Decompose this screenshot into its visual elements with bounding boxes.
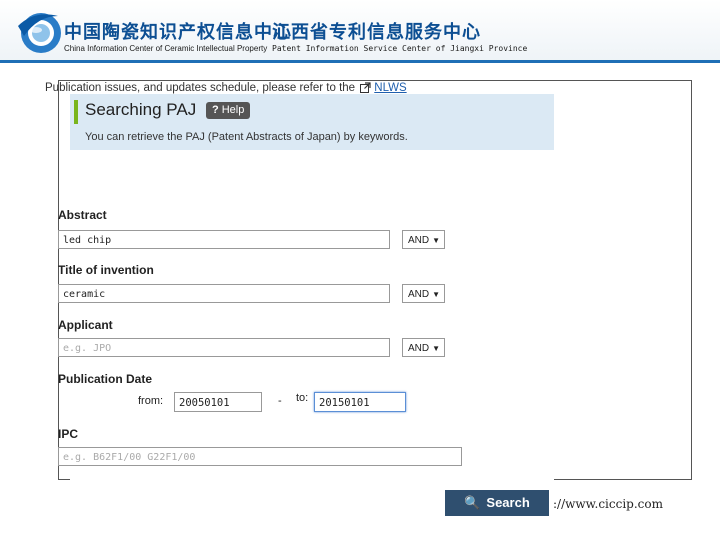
website-url: ://www.ciccip.com — [553, 497, 663, 511]
right-title-en: Patent Information Service Center of Jia… — [272, 44, 528, 53]
date-to-label: to: — [296, 392, 309, 404]
nlws-link[interactable]: NLWS — [374, 82, 406, 94]
ipc-label: IPC — [58, 427, 79, 441]
help-label: Help — [221, 104, 245, 116]
page-title: Searching PAJ — [85, 100, 197, 119]
date-range-dash: - — [278, 395, 282, 407]
title-operator-value: AND — [408, 289, 430, 300]
date-from-input[interactable]: 20050101 — [174, 392, 262, 412]
help-button[interactable]: ? Help — [206, 102, 251, 119]
applicant-operator-select[interactable]: AND ▼ — [402, 338, 445, 357]
abstract-label: Abstract — [58, 208, 107, 222]
site-header: 中国陶瓷知识产权信息中心 China Information Center of… — [0, 0, 720, 62]
help-icon: ? — [212, 104, 219, 116]
chevron-down-icon: ▼ — [432, 290, 440, 299]
chevron-down-icon: ▼ — [432, 344, 440, 353]
applicant-operator-value: AND — [408, 343, 430, 354]
search-button-label: Search — [486, 495, 530, 510]
search-icon: 🔍 — [464, 495, 481, 510]
accent-bar — [74, 100, 78, 124]
title-of-invention-label: Title of invention — [58, 263, 154, 277]
title-operator-select[interactable]: AND ▼ — [402, 284, 445, 303]
chevron-down-icon: ▼ — [432, 236, 440, 245]
left-title-cn: 中国陶瓷知识产权信息中心 — [64, 22, 292, 43]
paj-header: Searching PAJ ? Help You can retrieve the… — [70, 94, 554, 150]
abstract-operator-select[interactable]: AND ▼ — [402, 230, 445, 249]
left-title-en: China Information Center of Ceramic Inte… — [64, 44, 268, 53]
publication-date-label: Publication Date — [58, 372, 153, 386]
ciccip-logo-icon — [18, 13, 61, 53]
abstract-operator-value: AND — [408, 235, 430, 246]
date-to-input[interactable]: 20150101 — [314, 392, 406, 412]
applicant-input[interactable]: e.g. JPO — [58, 338, 390, 357]
search-button[interactable]: 🔍 Search — [445, 490, 549, 516]
ipc-input[interactable]: e.g. B62F1/00 G22F1/00 — [58, 447, 462, 466]
applicant-label: Applicant — [58, 318, 113, 332]
title-of-invention-input[interactable]: ceramic — [58, 284, 390, 303]
nlws-notice: Publication issues, and updates schedule… — [45, 82, 407, 94]
date-from-label: from: — [138, 395, 164, 407]
header-divider — [0, 60, 720, 63]
page-description: You can retrieve the PAJ (Patent Abstrac… — [85, 131, 408, 143]
notice-text: Publication issues, and updates schedule… — [45, 82, 356, 94]
right-title-cn: 江西省专利信息服务中心 — [272, 22, 481, 43]
external-link-icon — [360, 82, 371, 93]
abstract-input[interactable]: led chip — [58, 230, 390, 249]
